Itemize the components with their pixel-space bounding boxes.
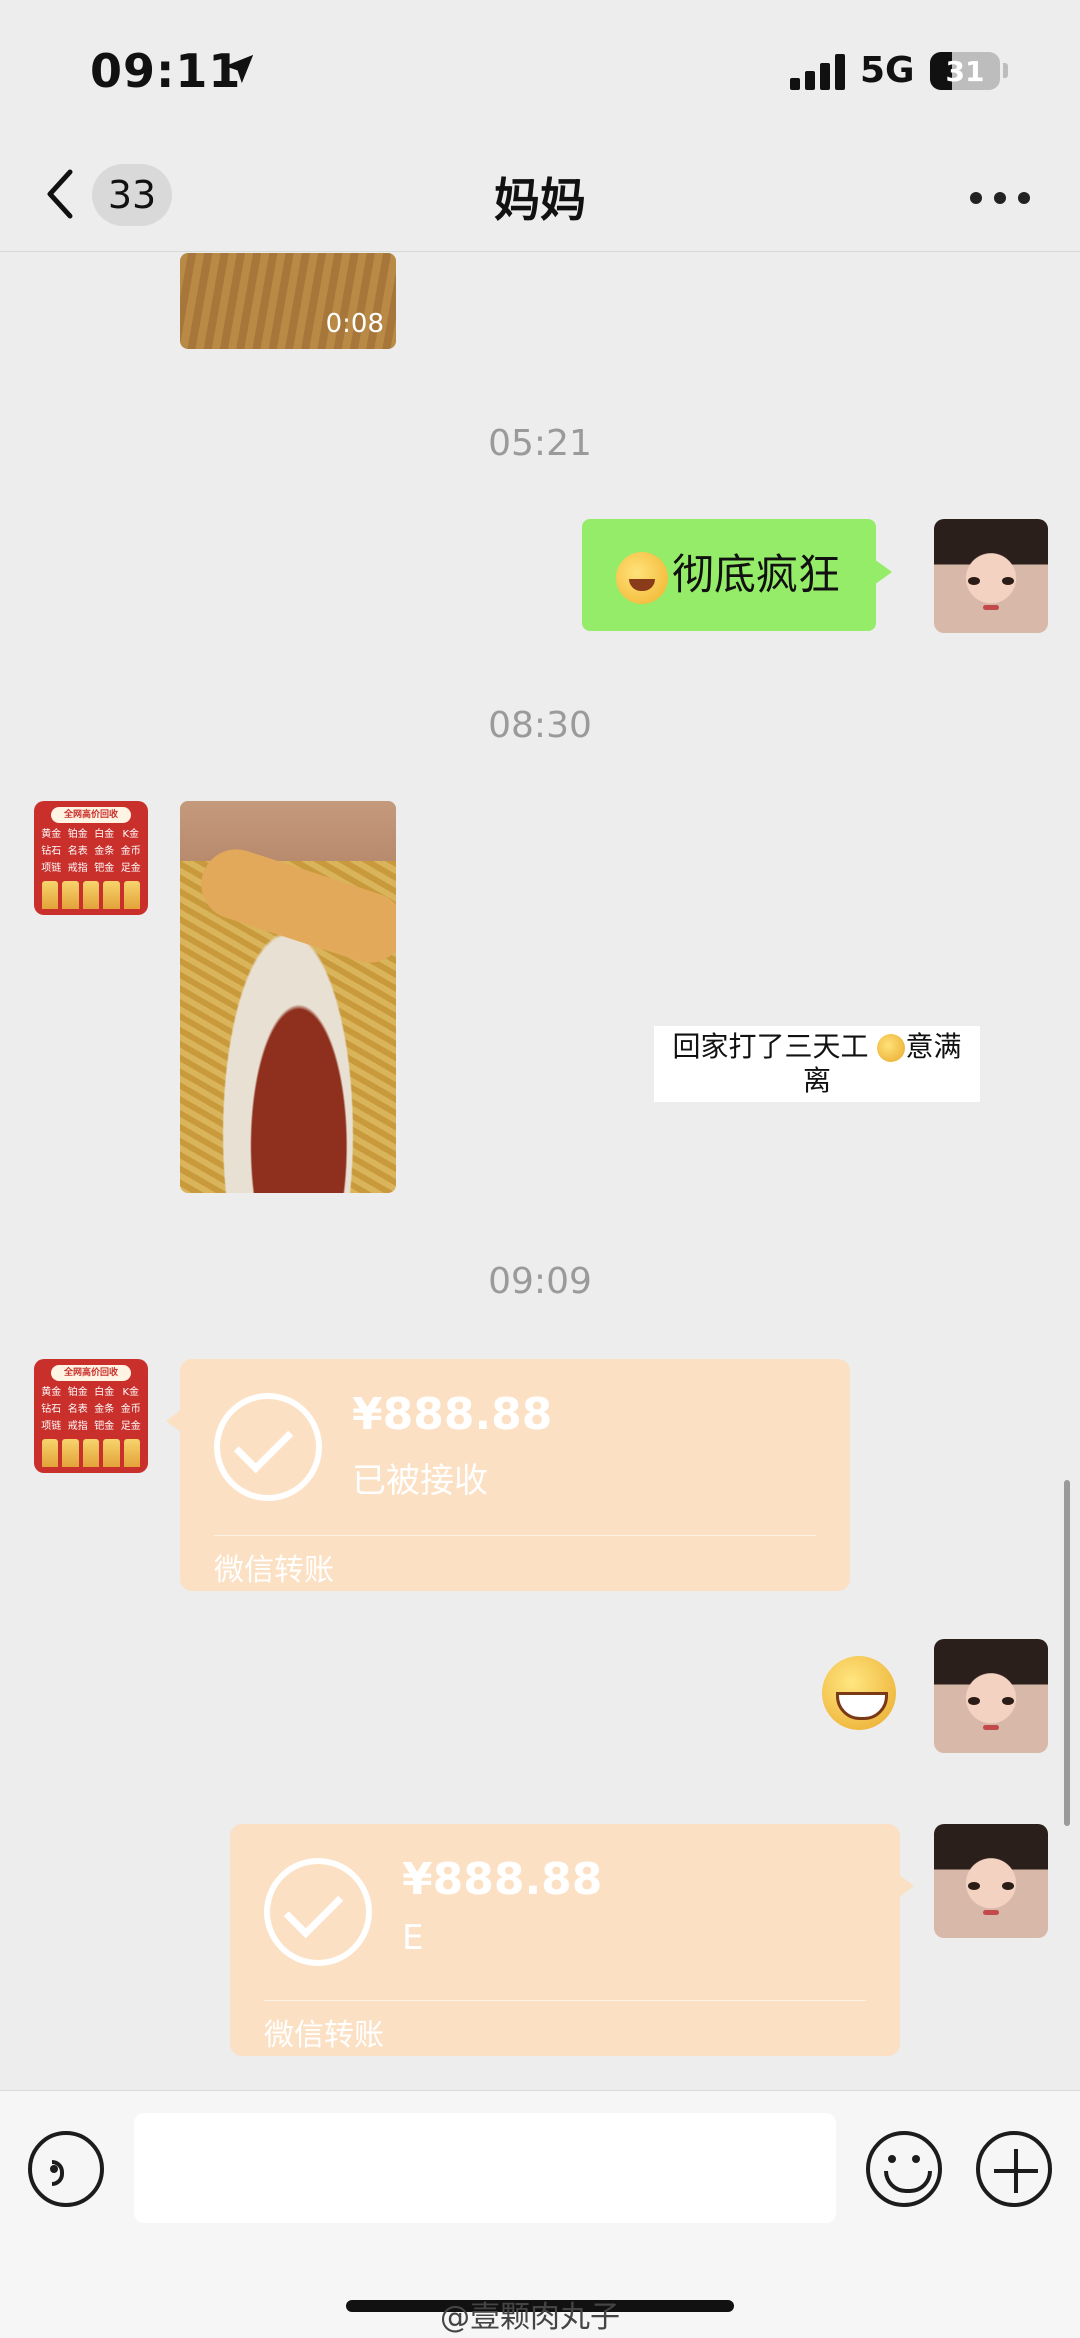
message-input[interactable]: [134, 2113, 836, 2223]
avatar-grid-cell: 铂金: [67, 1387, 88, 1398]
battery-level: 31: [945, 55, 985, 88]
card-text: 意满: [905, 1030, 962, 1063]
nerd-face-emoji-icon: [877, 1034, 906, 1062]
avatar-grid-cell: K金: [122, 1387, 140, 1398]
avatar-grid-cell: 金条: [94, 1404, 115, 1415]
avatar-grid-cell: K金: [122, 829, 140, 840]
transfer-amount: ¥888.88: [352, 1389, 553, 1440]
battery-icon: 31: [930, 52, 1000, 90]
avatar-grid-cell: 钻石: [41, 1404, 62, 1415]
grinning-emoji-icon[interactable]: [822, 1656, 896, 1730]
timestamp: 08:30: [488, 705, 592, 746]
avatar-grid-cell: 名表: [67, 1404, 88, 1415]
avatar-header-text: 全网高价回收: [51, 807, 131, 823]
timestamp: 05:21: [488, 423, 592, 464]
avatar-grid-cell: 钯金: [94, 863, 115, 874]
self-message-text: 彻底疯狂: [672, 550, 841, 599]
status-bar: 09:11 5G 31: [0, 0, 1080, 140]
self-text-message[interactable]: 彻底疯狂: [582, 519, 893, 631]
avatar-grid-cell: 金币: [120, 1404, 141, 1415]
transfer-label: 微信转账: [264, 2018, 384, 2053]
card-text: 离: [802, 1064, 831, 1097]
more-actions-plus-icon[interactable]: [976, 2131, 1052, 2207]
contact-avatar[interactable]: 全网高价回收 黄金 铂金 白金 K金 钻石 名表 金条 金币 项链 戒指 钯金 …: [34, 1359, 148, 1473]
avatar-grid-cell: 白金: [94, 829, 115, 840]
checkmark-icon: [264, 1858, 372, 1966]
chat-messages[interactable]: 0:08 05:21 彻底疯狂 08:30 全网高价回收 黄金 铂金 白金 K金…: [0, 253, 1080, 2090]
avatar-grid-cell: 钻石: [41, 846, 62, 857]
chat-title: 妈妈: [494, 173, 586, 227]
avatar-grid: 黄金 铂金 白金 K金 钻石 名表 金条 金币 项链 戒指 钯金 足金: [39, 827, 143, 877]
video-duration: 0:08: [325, 309, 384, 339]
emoji-picker-icon[interactable]: [866, 2131, 942, 2207]
overlay-text-card: 回家打了三天工 意满 离: [654, 1026, 980, 1102]
transfer-status: E: [402, 1918, 424, 1958]
avatar-grid-cell: 名表: [67, 846, 88, 857]
avatar-grid-cell: 黄金: [41, 829, 62, 840]
transfer-label: 微信转账: [214, 1553, 334, 1588]
avatar-grid: 黄金 铂金 白金 K金 钻石 名表 金条 金币 项链 戒指 钯金 足金: [39, 1385, 143, 1435]
avatar-grid-cell: 白金: [94, 1387, 115, 1398]
avatar-grid-cell: 足金: [120, 1421, 141, 1432]
checkmark-icon: [214, 1393, 322, 1501]
avatar-grid-cell: 戒指: [67, 1421, 88, 1432]
location-arrow-icon: [224, 54, 254, 84]
battery-nub: [1003, 63, 1008, 78]
avatar-gold-bars: [42, 1439, 141, 1467]
avatar-grid-cell: 黄金: [41, 1387, 62, 1398]
avatar-grid-cell: 金币: [120, 846, 141, 857]
divider: [214, 1535, 816, 1536]
nav-bar: 33 妈妈: [0, 140, 1080, 252]
self-avatar[interactable]: [934, 519, 1048, 633]
watermark: @壹颗肉丸子: [440, 2300, 620, 2335]
food-photo-message[interactable]: [180, 801, 396, 1193]
timestamp: 09:09: [488, 1261, 592, 1302]
avatar-grid-cell: 铂金: [67, 829, 88, 840]
avatar-gold-bars: [42, 881, 141, 909]
network-type: 5G: [860, 50, 915, 91]
card-text: 回家打了三天工: [672, 1030, 869, 1063]
contact-avatar[interactable]: 全网高价回收 黄金 铂金 白金 K金 钻石 名表 金条 金币 项链 戒指 钯金 …: [34, 801, 148, 915]
avatar-grid-cell: 戒指: [67, 863, 88, 874]
avatar-grid-cell: 足金: [120, 863, 141, 874]
transfer-sent-card[interactable]: ¥888.88 E 微信转账: [230, 1824, 914, 2056]
more-options-icon[interactable]: [970, 192, 1030, 206]
video-message[interactable]: 0:08: [180, 253, 396, 349]
divider: [264, 2000, 866, 2001]
avatar-grid-cell: 项链: [41, 1421, 62, 1432]
self-avatar[interactable]: [934, 1639, 1048, 1753]
avatar-grid-cell: 钯金: [94, 1421, 115, 1432]
laughing-tears-emoji-icon: [616, 551, 668, 604]
transfer-status: 已被接收: [352, 1461, 488, 1501]
transfer-amount: ¥888.88: [402, 1854, 603, 1905]
voice-input-icon[interactable]: [28, 2131, 104, 2207]
status-time: 09:11: [90, 44, 242, 98]
signal-icon: [790, 54, 846, 90]
avatar-grid-cell: 金条: [94, 846, 115, 857]
avatar-grid-cell: 项链: [41, 863, 62, 874]
self-avatar[interactable]: [934, 1824, 1048, 1938]
avatar-header-text: 全网高价回收: [51, 1365, 131, 1381]
scrollbar[interactable]: [1064, 1480, 1070, 1826]
transfer-received-card[interactable]: ¥888.88 已被接收 微信转账: [166, 1359, 850, 1591]
